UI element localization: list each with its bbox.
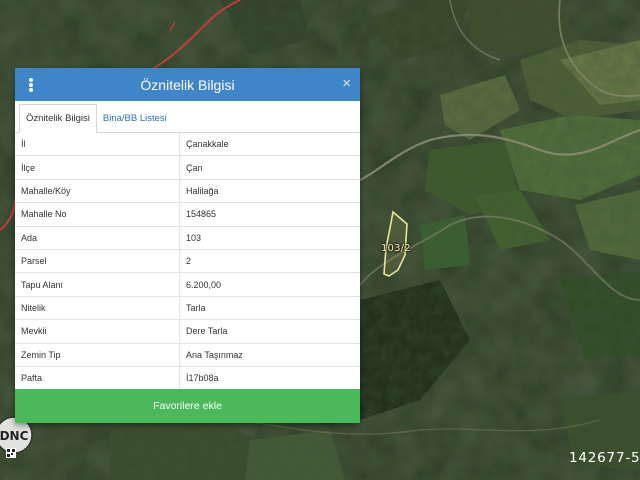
attribute-value: 6.200,00 xyxy=(179,272,360,297)
attribute-table: İl Çanakkale İlçe Çan Mahalle/Köy Halilağa Mah… xyxy=(15,133,360,391)
attribute-key: Mahalle No xyxy=(15,202,180,227)
attribute-value: 154865 xyxy=(179,202,360,227)
panel-title: Öznitelik Bilgisi xyxy=(140,76,235,93)
attribute-value: Tarla xyxy=(179,296,360,321)
panel-header: Öznitelik Bilgisi × xyxy=(15,68,360,101)
attribute-key: İlçe xyxy=(15,155,180,180)
table-row: Mahalle/Köy Halilağa xyxy=(15,179,360,204)
attribute-key: Mevkii xyxy=(15,319,180,344)
close-icon[interactable]: × xyxy=(342,76,351,92)
table-row: Mahalle No 154865 xyxy=(15,202,360,227)
table-row: Pafta İ17b08a xyxy=(15,366,360,391)
vertical-dots-menu-icon[interactable] xyxy=(26,78,36,92)
svg-text:DNC: DNC xyxy=(0,429,29,443)
attribute-value: İ17b08a xyxy=(179,366,360,391)
attribute-value: Çan xyxy=(179,155,360,180)
add-to-favorites-button[interactable]: Favorilere ekle xyxy=(15,389,360,423)
attribute-key: Tapu Alanı xyxy=(15,272,180,297)
table-row: İl Çanakkale xyxy=(15,133,360,157)
attribute-value: Çanakkale xyxy=(179,133,360,157)
attribute-key: Zemin Tip xyxy=(15,343,180,367)
table-row: İlçe Çan xyxy=(15,155,360,180)
table-row: Parsel 2 xyxy=(15,249,360,274)
table-row: Ada 103 xyxy=(15,226,360,250)
attribute-value: Halilağa xyxy=(179,179,360,204)
attribute-key: Parsel xyxy=(15,249,180,274)
parcel-label[interactable]: 103/2 xyxy=(381,243,411,254)
tab-building-list[interactable]: Bina/BB Listesi xyxy=(97,105,173,132)
table-row: Mevkii Dere Tarla xyxy=(15,319,360,344)
table-row: Tapu Alanı 6.200,00 xyxy=(15,272,360,297)
panel-tabs: Öznitelik Bilgisi Bina/BB Listesi xyxy=(15,103,360,133)
attribute-key: Pafta xyxy=(15,366,180,391)
tab-attribute-info[interactable]: Öznitelik Bilgisi xyxy=(19,104,97,133)
coordinate-readout: 142677-59 xyxy=(569,450,640,466)
attribute-key: Ada xyxy=(15,226,180,250)
attribute-key: Nitelik xyxy=(15,296,180,321)
attribute-value: Dere Tarla xyxy=(179,319,360,344)
attribute-key: İl xyxy=(15,133,180,157)
attribute-info-panel: Öznitelik Bilgisi × Öznitelik Bilgisi Bi… xyxy=(15,68,360,423)
table-row: Nitelik Tarla xyxy=(15,296,360,321)
table-row: Zemin Tip Ana Taşınmaz xyxy=(15,343,360,367)
attribute-value: 2 xyxy=(179,249,360,274)
attribute-key: Mahalle/Köy xyxy=(15,179,180,204)
attribute-value: Ana Taşınmaz xyxy=(179,343,360,367)
attribute-value: 103 xyxy=(179,226,360,250)
